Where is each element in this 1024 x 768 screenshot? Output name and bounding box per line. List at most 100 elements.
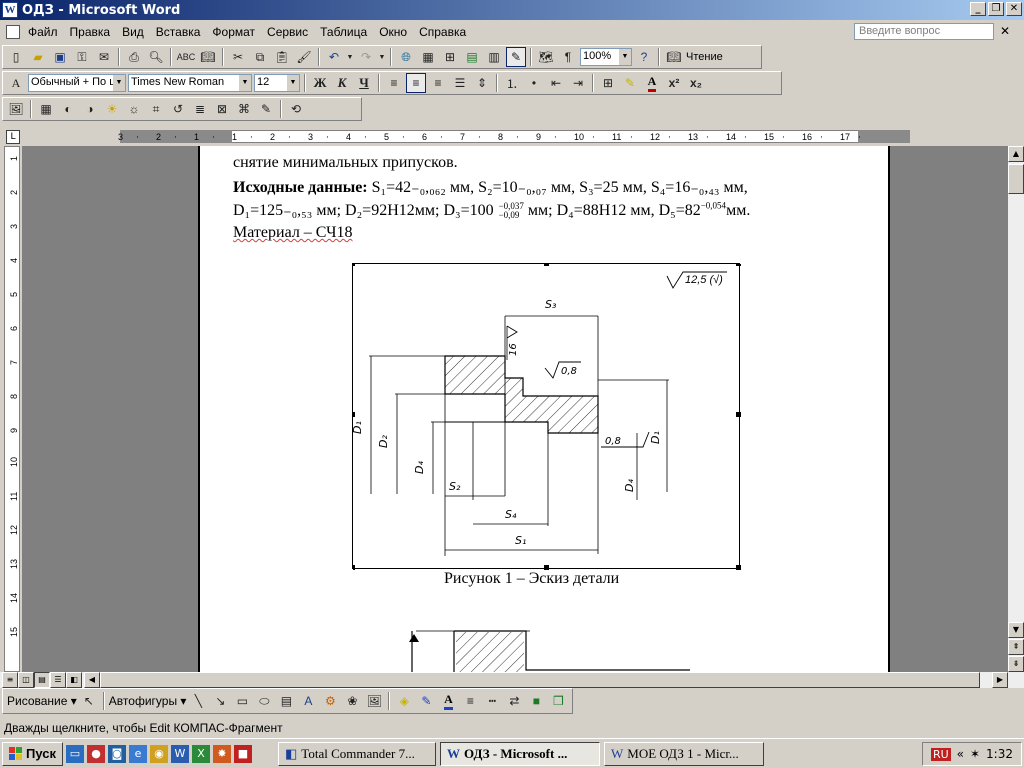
quicklaunch-excel-icon[interactable]: X <box>192 744 210 763</box>
undo-dropdown-icon[interactable]: ▼ <box>346 47 354 67</box>
drawing-menu[interactable]: Рисование ▾ <box>7 694 77 708</box>
menu-help[interactable]: Справка <box>413 25 472 39</box>
outline-view-icon[interactable]: ☰ <box>50 672 66 688</box>
drawing-toggle-icon[interactable]: ✎ <box>506 47 526 67</box>
less-contrast-icon[interactable]: ◑ <box>80 99 100 119</box>
menu-table[interactable]: Таблица <box>314 25 373 39</box>
quicklaunch-word-icon[interactable]: W <box>171 744 189 763</box>
document-map-icon[interactable]: 🗺︎ <box>536 47 556 67</box>
columns-icon[interactable]: ▥ <box>484 47 504 67</box>
line-spacing-icon[interactable]: ⇕ <box>472 73 492 93</box>
scroll-left-button[interactable]: ◀ <box>84 672 100 688</box>
draw-font-color-icon[interactable]: A <box>438 691 458 711</box>
task-odz-word[interactable]: W ОДЗ - Microsoft ... <box>440 741 600 766</box>
underline-button[interactable]: Ч <box>354 73 374 93</box>
redo-icon[interactable]: ↷ <box>356 47 376 67</box>
insert-table-icon[interactable]: ⊞ <box>440 47 460 67</box>
horizontal-scroll-thumb[interactable] <box>100 672 980 688</box>
document-page[interactable]: снятие минимальных припусков. Исходные д… <box>198 146 890 672</box>
insert-picture-icon[interactable]: 🖼︎ <box>6 99 26 119</box>
format-painter-icon[interactable]: 🖌︎ <box>294 47 314 67</box>
styles-icon[interactable]: A <box>6 73 26 93</box>
quicklaunch-app1-icon[interactable]: ● <box>87 744 105 763</box>
read-icon[interactable]: 📖︎ <box>664 47 684 67</box>
quicklaunch-app5-icon[interactable]: ■ <box>234 744 252 763</box>
line-weight-icon[interactable]: ≡ <box>460 691 480 711</box>
clock[interactable]: 1:32 <box>986 747 1013 761</box>
crop-icon[interactable]: ⌗ <box>146 99 166 119</box>
line-style-icon[interactable]: ≣ <box>190 99 210 119</box>
help-icon[interactable]: ? <box>634 47 654 67</box>
color-icon[interactable]: ▦ <box>36 99 56 119</box>
quicklaunch-app4-icon[interactable]: ✸ <box>213 744 231 763</box>
menu-insert[interactable]: Вставка <box>150 25 207 39</box>
zoom-select[interactable]: 100% ▼ <box>580 48 632 66</box>
document-icon[interactable] <box>6 25 20 39</box>
copy-icon[interactable]: ⧉ <box>250 47 270 67</box>
new-document-icon[interactable]: ▯ <box>6 47 26 67</box>
wordart-icon[interactable]: A <box>298 691 318 711</box>
align-right-icon[interactable]: ≡ <box>428 73 448 93</box>
email-icon[interactable]: ✉ <box>94 47 114 67</box>
scroll-right-button[interactable]: ▶ <box>992 672 1008 688</box>
rectangle-icon[interactable]: ▭ <box>232 691 252 711</box>
increase-indent-icon[interactable]: ⇥ <box>568 73 588 93</box>
show-hide-icon[interactable]: ¶ <box>558 47 578 67</box>
quicklaunch-app2-icon[interactable]: ◙ <box>108 744 126 763</box>
menu-file[interactable]: Файл <box>22 25 64 39</box>
horizontal-ruler[interactable]: L 3 · 2 · 1 · 1 · 2 · 3 · 4 · 5 · 6 · 7 · 8 · 9 · 10 · 11 · 12 · 13 · 14… <box>0 126 1024 146</box>
justify-icon[interactable]: ☰ <box>450 73 470 93</box>
next-page-button[interactable]: ⇟ <box>1008 656 1024 672</box>
bullets-icon[interactable]: • <box>524 73 544 93</box>
fill-color-icon[interactable]: ◈ <box>394 691 414 711</box>
menu-tools[interactable]: Сервис <box>261 25 314 39</box>
line-color-icon[interactable]: ✎ <box>416 691 436 711</box>
line-icon[interactable]: ╲ <box>188 691 208 711</box>
menu-format[interactable]: Формат <box>206 25 261 39</box>
more-contrast-icon[interactable]: ◐ <box>58 99 78 119</box>
permission-icon[interactable]: ⚿ <box>72 47 92 67</box>
task-moe-odz-word[interactable]: W МОЕ ОДЗ 1 - Micr... <box>604 741 764 766</box>
restore-button[interactable]: ❐ <box>988 2 1004 16</box>
font-size-select[interactable]: 12 ▼ <box>254 74 300 92</box>
quicklaunch-desktop-icon[interactable]: ▭ <box>66 744 84 763</box>
italic-button[interactable]: К <box>332 73 352 93</box>
quicklaunch-ie-icon[interactable]: e <box>129 744 147 763</box>
font-color-icon[interactable]: A <box>642 73 662 93</box>
subscript-button[interactable]: x₂ <box>686 73 706 93</box>
shadow-icon[interactable]: ■ <box>526 691 546 711</box>
select-objects-icon[interactable]: ↖ <box>79 691 99 711</box>
save-icon[interactable]: ▣ <box>50 47 70 67</box>
scroll-thumb[interactable] <box>1008 164 1024 194</box>
superscript-button[interactable]: x² <box>664 73 684 93</box>
close-document-icon[interactable]: ✕ <box>1000 24 1010 38</box>
close-button[interactable]: ✕ <box>1006 2 1022 16</box>
tray-app-icon[interactable]: ✶ <box>970 747 980 761</box>
menu-view[interactable]: Вид <box>116 25 150 39</box>
dash-style-icon[interactable]: ┅ <box>482 691 502 711</box>
cut-icon[interactable]: ✂ <box>228 47 248 67</box>
redo-dropdown-icon[interactable]: ▼ <box>378 47 386 67</box>
menu-edit[interactable]: Правка <box>64 25 117 39</box>
picture-icon[interactable]: 🖼︎ <box>364 691 384 711</box>
borders-icon[interactable]: ⊞ <box>598 73 618 93</box>
tray-expand-icon[interactable]: « <box>957 747 964 761</box>
prev-page-button[interactable]: ⇞ <box>1008 639 1024 655</box>
arrow-icon[interactable]: ↘ <box>210 691 230 711</box>
align-center-icon[interactable]: ≡ <box>406 73 426 93</box>
insert-excel-icon[interactable]: ▤ <box>462 47 482 67</box>
textbox-icon[interactable]: ▤ <box>276 691 296 711</box>
research-icon[interactable]: 📖︎ <box>198 47 218 67</box>
clipart-icon[interactable]: ❀ <box>342 691 362 711</box>
open-folder-icon[interactable]: ▰ <box>28 47 48 67</box>
decrease-indent-icon[interactable]: ⇤ <box>546 73 566 93</box>
vertical-ruler[interactable]: 1 2 3 4 5 6 7 8 9 10 11 12 13 14 15 <box>4 146 20 672</box>
format-picture-icon[interactable]: ✎ <box>256 99 276 119</box>
compress-icon[interactable]: ⊠ <box>212 99 232 119</box>
bold-button[interactable]: Ж <box>310 73 330 93</box>
autoshapes-menu[interactable]: Автофигуры ▾ <box>109 694 187 708</box>
read-button[interactable]: Чтение <box>686 51 723 63</box>
task-total-commander[interactable]: ◧ Total Commander 7... <box>278 741 436 766</box>
ask-question-input[interactable]: Введите вопрос <box>854 23 994 40</box>
tables-borders-icon[interactable]: ▦ <box>418 47 438 67</box>
